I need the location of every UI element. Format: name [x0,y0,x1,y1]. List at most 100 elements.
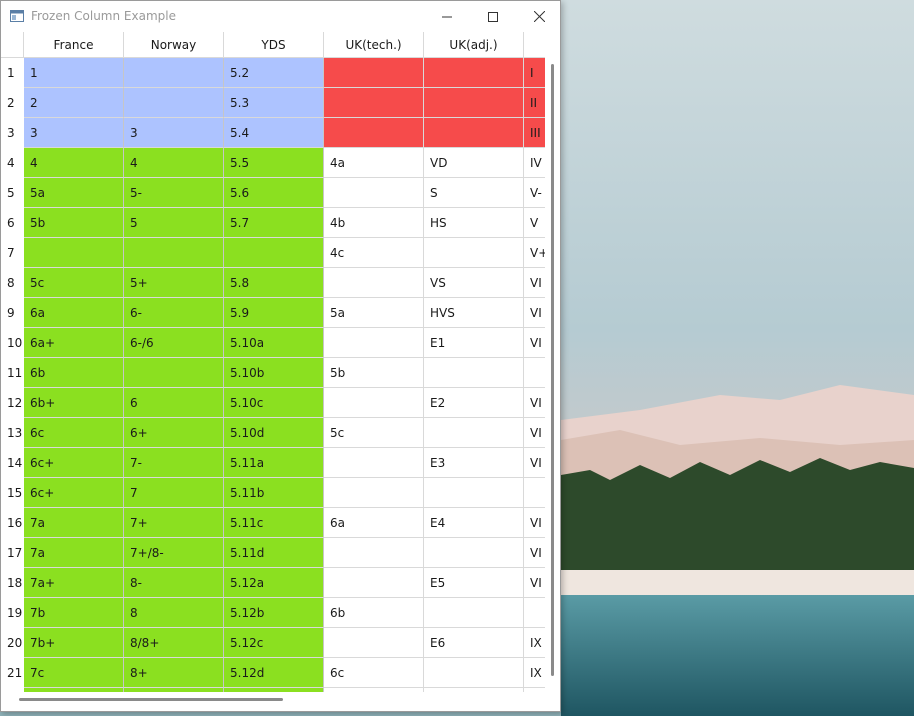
table-cell[interactable]: 7a+ [24,568,124,598]
column-header-2[interactable]: YDS [224,32,324,58]
table-cell[interactable]: E1 [424,328,524,358]
table-cell[interactable] [324,328,424,358]
table-cell[interactable]: 6a+ [24,328,124,358]
table-cell[interactable] [224,238,324,268]
vertical-scrollbar[interactable] [545,32,560,692]
table-cell[interactable]: 5a [24,178,124,208]
table-cell[interactable]: 7b [24,598,124,628]
table-cell[interactable] [324,58,424,88]
table-cell[interactable] [324,388,424,418]
table-cell[interactable]: 5.12a [224,568,324,598]
table-cell[interactable]: 6a [324,508,424,538]
row-header[interactable]: 20 [1,628,24,658]
table-cell[interactable]: IV [524,148,545,178]
table-cell[interactable]: E5 [424,568,524,598]
table-cell[interactable]: 7 [124,478,224,508]
table-cell[interactable] [324,268,424,298]
table-cell[interactable]: V [524,208,545,238]
table-cell[interactable]: 6b [24,358,124,388]
table-cell[interactable]: 5.12d [224,658,324,688]
table-cell[interactable] [324,568,424,598]
table-cell[interactable]: 6b [324,598,424,628]
table-cell[interactable] [124,238,224,268]
table-cell[interactable]: 6c+ [24,448,124,478]
table-cell[interactable]: 4c [324,238,424,268]
column-header-0[interactable]: France [24,32,124,58]
table-cell[interactable]: 6c+ [24,478,124,508]
table-cell[interactable]: 6-/6 [124,328,224,358]
table-cell[interactable]: 5 [124,208,224,238]
table-cell[interactable]: 7- [124,448,224,478]
table-cell[interactable]: 1 [24,58,124,88]
row-header[interactable]: 18 [1,568,24,598]
table-cell[interactable]: 5.12c [224,628,324,658]
table-cell[interactable]: 5.11d [224,538,324,568]
table-cell[interactable]: 5.10a [224,328,324,358]
table-cell[interactable]: E4 [424,508,524,538]
table-cell[interactable]: 7+ [124,508,224,538]
table-cell[interactable]: 5c [24,268,124,298]
vertical-scroll-thumb[interactable] [551,64,554,676]
close-button[interactable] [516,1,560,32]
table-cell[interactable]: HS [424,208,524,238]
table-cell[interactable]: 6c [324,658,424,688]
table-cell[interactable]: 7+/8- [124,538,224,568]
table-cell[interactable]: 5.5 [224,148,324,178]
row-header[interactable]: 14 [1,448,24,478]
table-cell[interactable]: E6 [424,628,524,658]
table-cell[interactable]: II [524,88,545,118]
table-cell[interactable] [24,238,124,268]
table-cell[interactable] [424,598,524,628]
table-cell[interactable] [324,538,424,568]
minimize-button[interactable] [424,1,470,32]
table-cell[interactable]: 6 [124,388,224,418]
table-cell[interactable]: 7b+ [24,628,124,658]
table-cell[interactable] [524,478,545,508]
table-cell[interactable] [524,598,545,628]
table-cell[interactable]: S [424,178,524,208]
row-header[interactable]: 12 [1,388,24,418]
table-cell[interactable]: E3 [424,448,524,478]
row-header[interactable]: 9 [1,298,24,328]
table-cell[interactable] [124,88,224,118]
table-cell[interactable] [324,118,424,148]
table-cell[interactable]: 5.7 [224,208,324,238]
table-cell[interactable] [424,658,524,688]
table-cell[interactable]: 5b [324,358,424,388]
row-header[interactable]: 6 [1,208,24,238]
table-cell[interactable]: 5.10d [224,418,324,448]
table-cell[interactable] [424,238,524,268]
table-cell[interactable]: 5.3 [224,88,324,118]
row-header[interactable]: 17 [1,538,24,568]
table-cell[interactable]: 6c [24,418,124,448]
table-cell[interactable]: IX [524,628,545,658]
table-cell[interactable]: 5a [324,298,424,328]
column-header-4[interactable]: UK(adj.) [424,32,524,58]
table-cell[interactable]: 5.6 [224,178,324,208]
table-cell[interactable] [324,88,424,118]
table-cell[interactable] [424,58,524,88]
table-cell[interactable]: 3 [124,118,224,148]
row-header[interactable]: 3 [1,118,24,148]
table-cell[interactable]: 8 [124,598,224,628]
table-cell[interactable]: VI [524,298,545,328]
table-cell[interactable] [324,628,424,658]
row-header[interactable]: 13 [1,418,24,448]
row-header[interactable]: 21 [1,658,24,688]
table-cell[interactable]: 7a [24,508,124,538]
table-cell[interactable]: 5+ [124,268,224,298]
table-cell[interactable] [324,478,424,508]
table-cell[interactable] [324,448,424,478]
table-cell[interactable]: 6- [124,298,224,328]
table-cell[interactable]: VI [524,268,545,298]
column-header-3[interactable]: UK(tech.) [324,32,424,58]
table-corner[interactable] [1,32,24,58]
table-cell[interactable] [324,178,424,208]
row-header[interactable]: 5 [1,178,24,208]
table-cell[interactable]: 5.4 [224,118,324,148]
horizontal-scroll-thumb[interactable] [19,698,283,701]
row-header[interactable]: 1 [1,58,24,88]
table-cell[interactable]: 6b+ [24,388,124,418]
table-cell[interactable]: VI [524,538,545,568]
table-cell[interactable]: VI [524,448,545,478]
